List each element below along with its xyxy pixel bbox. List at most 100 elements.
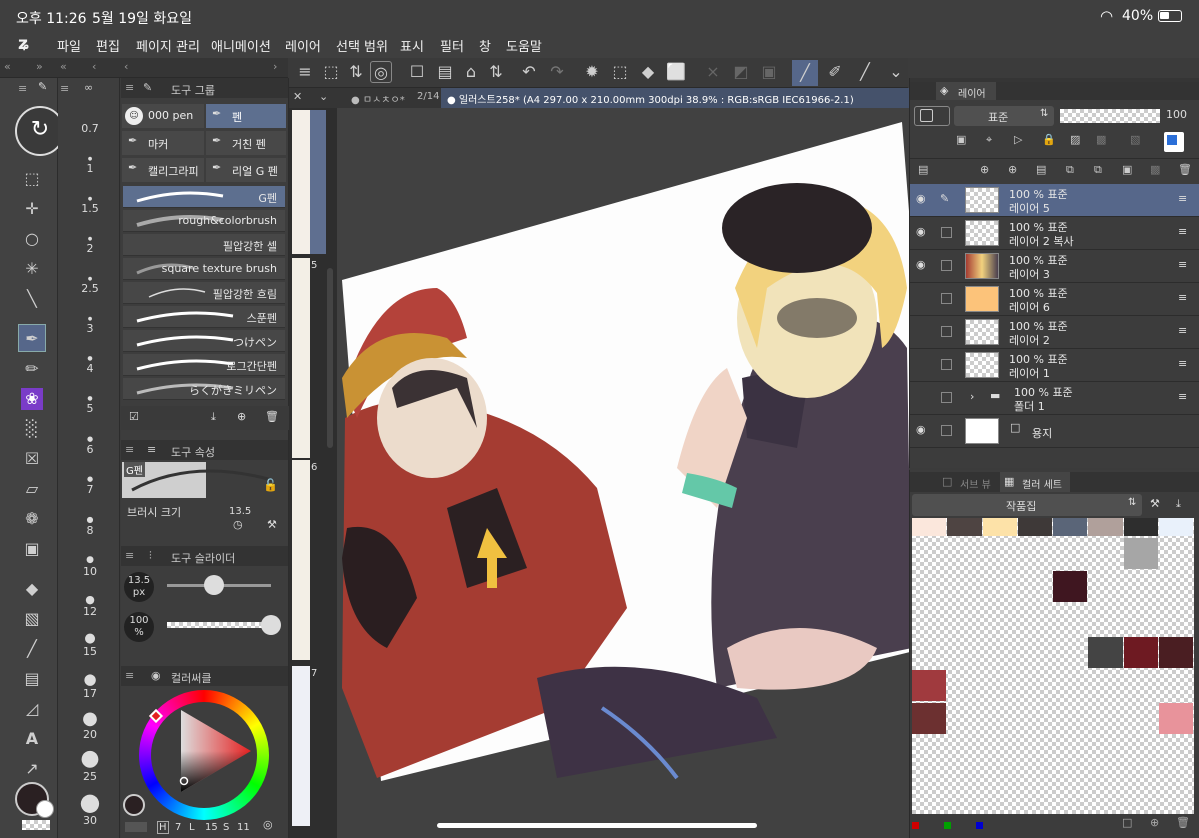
sub-color-swatch[interactable] <box>36 800 54 818</box>
select-icon[interactable]: ⬚ <box>609 61 631 83</box>
text-tool-icon[interactable]: A <box>21 728 43 750</box>
drag-handle-icon[interactable]: ≡ <box>1178 192 1187 205</box>
brush-item[interactable]: 로그간단펜 <box>123 354 285 376</box>
layer-row[interactable]: ◉ □ 용지 <box>910 415 1199 448</box>
layer-row[interactable]: 100 % 표준 레이어 2 ≡ <box>910 316 1199 349</box>
swatch-grid[interactable] <box>912 518 1194 814</box>
menu-page[interactable]: 페이지 관리 <box>136 36 200 55</box>
ruler-link-icon[interactable]: ▧ <box>1130 133 1140 146</box>
layer-mask-toggle[interactable] <box>914 106 950 126</box>
tool-item-rough-pen[interactable]: ✒ 거친 펜 <box>206 131 286 155</box>
canvas-area[interactable] <box>337 88 909 838</box>
size-item[interactable]: ● 15 <box>64 632 116 658</box>
mask-icon[interactable]: ▩ <box>1096 133 1106 146</box>
size-item[interactable]: ● 1 <box>64 156 116 175</box>
eraser-icon[interactable]: ▱ <box>21 478 43 500</box>
lasso-icon[interactable]: ○ <box>21 228 43 250</box>
ruler-icon[interactable]: ◎ <box>370 61 392 83</box>
lock-icon[interactable]: 🔓 <box>263 478 278 492</box>
tab-color-set[interactable]: ▦ 컬러 세트 <box>1000 472 1070 492</box>
draft-icon[interactable]: ▷ <box>1014 133 1022 146</box>
transparent-color-swatch[interactable] <box>22 820 50 830</box>
invert-icon[interactable]: ◩ <box>730 61 752 83</box>
size-item[interactable]: ● 2.5 <box>64 276 116 295</box>
layer-row[interactable]: 100 % 표준 레이어 1 ≡ <box>910 349 1199 382</box>
menu-edit[interactable]: 편집 <box>96 36 120 55</box>
page-thumb[interactable] <box>292 110 310 254</box>
pen-stroke-icon[interactable]: ╱ <box>854 61 876 83</box>
page-thumb[interactable] <box>292 258 310 458</box>
eye-icon[interactable]: ◉ <box>916 258 926 271</box>
menu-view[interactable]: 표시 <box>400 36 424 55</box>
brush-item[interactable]: 필압강한 흐림 <box>123 282 285 304</box>
new-folder-icon[interactable]: ▤ <box>1036 163 1046 176</box>
color-mode-toggle[interactable] <box>125 822 147 832</box>
layer-row[interactable]: ◉ 100 % 표준 레이어 3 ≡ <box>910 250 1199 283</box>
layer-panel-icon[interactable]: ▤ <box>918 163 928 176</box>
color-swatch[interactable] <box>1053 571 1088 602</box>
brush-set-icon[interactable]: ❀ <box>21 388 43 410</box>
brush-item[interactable]: 스푼펜 <box>123 306 285 328</box>
new-vector-layer-icon[interactable]: ⊕ <box>1008 163 1017 176</box>
color-swatch[interactable] <box>1123 637 1158 668</box>
close-icon[interactable]: ✕ <box>293 90 302 103</box>
color-swatch[interactable] <box>1158 703 1193 734</box>
tab-layer[interactable]: ◈ 레이어 <box>936 82 996 100</box>
pen-tool-icon[interactable]: ✒ <box>18 324 46 352</box>
blend-icon[interactable]: ❁ <box>21 508 43 530</box>
open-file-icon[interactable]: ▤ <box>434 61 456 83</box>
panel-menu-icon[interactable]: ≡ <box>125 81 134 94</box>
new-file-icon[interactable]: ☐ <box>406 61 428 83</box>
drag-handle-icon[interactable]: ≡ <box>1178 258 1187 271</box>
size-item[interactable]: ● 10 <box>64 556 116 579</box>
add-color-icon[interactable]: ⊕ <box>1150 816 1159 829</box>
document-tab-prev[interactable]: ● ㅁㅅㅊㅇ* <box>351 91 405 106</box>
trash-icon[interactable]: 🗑 <box>265 410 279 423</box>
color-swatch[interactable] <box>1088 518 1123 536</box>
loading-icon[interactable]: ✹ <box>581 61 603 83</box>
undo-icon[interactable]: ↶ <box>518 61 540 83</box>
menu-filter[interactable]: 필터 <box>440 36 464 55</box>
size-item[interactable]: ● 1.5 <box>64 196 116 215</box>
color-swatch[interactable] <box>1158 518 1193 536</box>
transform-icon[interactable]: ⬚ <box>320 61 342 83</box>
settings-icon[interactable]: ☑ <box>129 410 139 423</box>
app-logo-icon[interactable]: ʑ <box>18 34 30 54</box>
brush-item[interactable]: らくがきミリペン <box>123 378 285 400</box>
save-icon[interactable]: ⌂ <box>460 61 482 83</box>
layer-row[interactable]: ◉ 100 % 표준 레이어 2 복사 ≡ <box>910 217 1199 250</box>
trash-icon[interactable]: 🗑 <box>1178 163 1192 176</box>
size-item[interactable]: ● 4 <box>64 356 116 376</box>
document-tab-active[interactable]: ● 일러스트258* (A4 297.00 x 210.00mm 300dpi … <box>441 88 909 108</box>
menu-window[interactable]: 창 <box>479 36 491 55</box>
menu-selection[interactable]: 선택 범위 <box>336 36 388 55</box>
size-item[interactable]: ● 3 <box>64 316 116 335</box>
brush-item[interactable]: rough&colorbrush <box>123 210 285 232</box>
deselect-icon[interactable]: ⨯ <box>702 61 724 83</box>
tool-item-pen[interactable]: ✒ 펜 <box>206 104 286 128</box>
artwork[interactable] <box>337 88 909 838</box>
figure-icon[interactable]: ▣ <box>21 538 43 560</box>
layer-row[interactable]: 100 % 표준 레이어 6 ≡ <box>910 283 1199 316</box>
color-set-select[interactable]: 작품집 ⇅ <box>912 494 1142 516</box>
trash-icon[interactable]: 🗑 <box>1176 816 1190 829</box>
collapse-icon[interactable]: « <box>4 60 11 73</box>
ruler-tool-icon[interactable]: ◿ <box>21 698 43 720</box>
color-swatch[interactable] <box>1123 538 1158 569</box>
page-scrollbar[interactable] <box>327 268 333 448</box>
brush-item[interactable]: 필압강한 셀 <box>123 234 285 256</box>
home-indicator[interactable] <box>437 823 757 828</box>
tool-item-marker[interactable]: ✒ 마커 <box>122 131 204 155</box>
size-item[interactable]: ● 25 <box>64 748 116 784</box>
magic-wand-icon[interactable]: ✳ <box>21 258 43 280</box>
menu-help[interactable]: 도움말 <box>506 36 542 55</box>
drag-handle-icon[interactable]: ≡ <box>1178 324 1187 337</box>
eye-icon[interactable]: ◉ <box>916 225 926 238</box>
tool-item-000pen[interactable]: ☺ 000 pen <box>122 104 204 128</box>
drag-handle-icon[interactable]: ≡ <box>1178 390 1187 403</box>
page-thumb-selected[interactable] <box>310 110 326 254</box>
color-swatch[interactable] <box>982 518 1017 536</box>
layer-color-icon[interactable] <box>1164 132 1184 152</box>
menu-animation[interactable]: 애니메이션 <box>211 36 271 55</box>
merge-icon[interactable]: ⧉ <box>1066 163 1074 177</box>
